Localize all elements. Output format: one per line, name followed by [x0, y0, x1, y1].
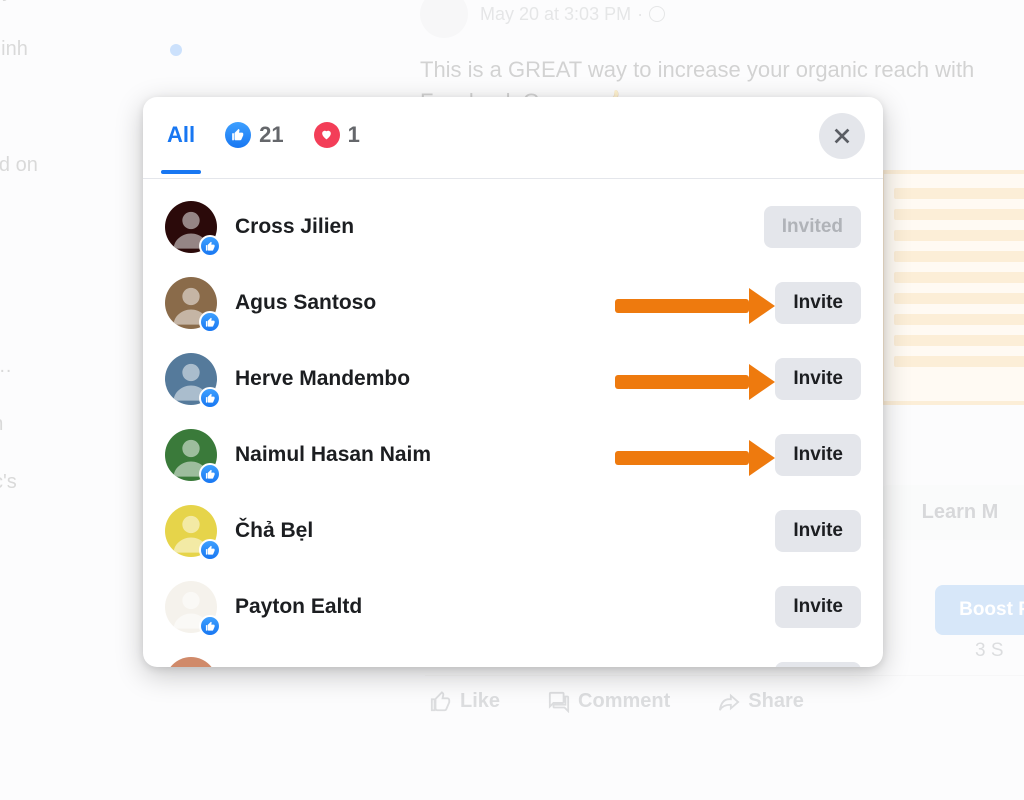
like-reaction-icon [199, 615, 221, 637]
person-name[interactable]: Payton Ealtd [235, 595, 757, 619]
person-name[interactable]: Čhả Bẹl [235, 519, 757, 543]
annotation-arrow-icon [615, 440, 775, 476]
like-reaction-icon [199, 387, 221, 409]
invite-button[interactable]: Invite [775, 586, 861, 628]
love-reaction-icon [314, 122, 340, 148]
close-icon [831, 125, 853, 147]
person-name[interactable]: Cross Jilien [235, 215, 746, 239]
person-row: Leidy JhoInvite [143, 645, 883, 667]
like-reaction-icon [199, 539, 221, 561]
close-button[interactable] [819, 113, 865, 159]
like-reaction-icon [225, 122, 251, 148]
person-row: Payton Ealtd Invite [143, 569, 883, 645]
like-reaction-icon [199, 463, 221, 485]
person-row: Cross Jilien Invited [143, 189, 883, 265]
like-reaction-icon [199, 235, 221, 257]
people-list: Cross JilienInvitedAgus SantosoInviteHer… [143, 179, 883, 667]
invite-button[interactable]: Invite [775, 282, 861, 324]
avatar[interactable] [165, 201, 217, 253]
avatar[interactable] [165, 581, 217, 633]
invite-button[interactable]: Invite [775, 434, 861, 476]
invite-button[interactable]: Invite [775, 510, 861, 552]
avatar[interactable] [165, 429, 217, 481]
annotation-arrow-icon [615, 364, 775, 400]
tab-love-reactions[interactable]: 1 [314, 122, 360, 174]
invite-button[interactable]: Invite [775, 358, 861, 400]
tab-all[interactable]: All [167, 122, 195, 174]
invite-button[interactable]: Invite [775, 662, 861, 667]
like-reaction-icon [199, 311, 221, 333]
modal-tabs: All 21 1 [143, 97, 883, 179]
person-row: Čhả Bẹl Invite [143, 493, 883, 569]
invited-button: Invited [764, 206, 861, 248]
avatar[interactable] [165, 277, 217, 329]
annotation-arrow-icon [615, 288, 775, 324]
avatar[interactable] [165, 505, 217, 557]
avatar[interactable] [165, 657, 217, 667]
avatar[interactable] [165, 353, 217, 405]
tab-like-reactions[interactable]: 21 [225, 122, 283, 174]
